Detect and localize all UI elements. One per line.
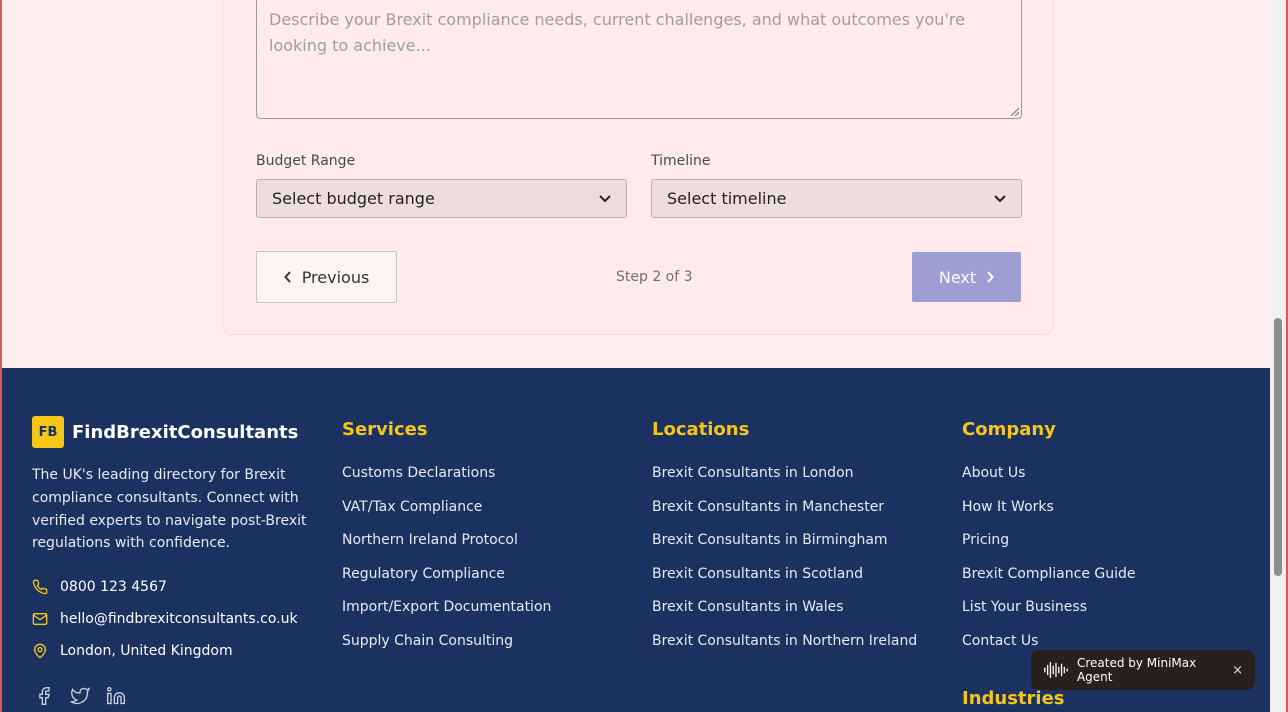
form-section: Describe your Brexit compliance needs, c… bbox=[2, 0, 1272, 368]
social-links bbox=[34, 686, 126, 706]
close-icon[interactable]: × bbox=[1232, 663, 1243, 678]
services-link[interactable]: Regulatory Compliance bbox=[342, 564, 551, 598]
logo-badge: FB bbox=[32, 416, 64, 448]
budget-range-select[interactable]: Select budget range bbox=[256, 179, 627, 218]
chevron-left-icon bbox=[283, 271, 291, 283]
phone-number: 0800 123 4567 bbox=[60, 579, 167, 595]
company-link[interactable]: Pricing bbox=[962, 530, 1136, 564]
minimax-toast[interactable]: Created by MiniMax Agent × bbox=[1031, 650, 1255, 690]
services-link[interactable]: Customs Declarations bbox=[342, 463, 551, 497]
previous-button[interactable]: Previous bbox=[256, 251, 397, 303]
project-description-textarea[interactable]: Describe your Brexit compliance needs, c… bbox=[256, 0, 1022, 119]
page-scrollbar[interactable] bbox=[1270, 0, 1286, 712]
contact-address: London, United Kingdom bbox=[32, 643, 233, 659]
location-link[interactable]: Brexit Consultants in Wales bbox=[652, 597, 917, 631]
services-list: Customs Declarations VAT/Tax Compliance … bbox=[342, 463, 551, 665]
previous-button-label: Previous bbox=[301, 267, 370, 287]
location-link[interactable]: Brexit Consultants in Birmingham bbox=[652, 530, 917, 564]
linkedin-icon[interactable] bbox=[106, 686, 126, 706]
mail-icon bbox=[32, 613, 48, 625]
company-link[interactable]: Brexit Compliance Guide bbox=[962, 564, 1136, 598]
twitter-icon[interactable] bbox=[70, 686, 90, 706]
location-link[interactable]: Brexit Consultants in Scotland bbox=[652, 564, 917, 598]
services-link[interactable]: Northern Ireland Protocol bbox=[342, 530, 551, 564]
location-link[interactable]: Brexit Consultants in Northern Ireland bbox=[652, 631, 917, 665]
phone-icon bbox=[32, 579, 48, 595]
timeline-label: Timeline bbox=[651, 153, 711, 169]
services-link[interactable]: VAT/Tax Compliance bbox=[342, 497, 551, 531]
chevron-right-icon bbox=[987, 271, 994, 283]
brand-name: FindBrexitConsultants bbox=[72, 421, 299, 443]
chevron-down-icon bbox=[599, 194, 611, 202]
budget-range-value: Select budget range bbox=[272, 189, 435, 208]
contact-phone[interactable]: 0800 123 4567 bbox=[32, 579, 167, 595]
textarea-placeholder: Describe your Brexit compliance needs, c… bbox=[269, 10, 965, 55]
company-link[interactable]: List Your Business bbox=[962, 597, 1136, 631]
company-link[interactable]: How It Works bbox=[962, 497, 1136, 531]
timeline-value: Select timeline bbox=[667, 189, 787, 208]
industries-heading: Industries bbox=[962, 688, 1065, 709]
services-heading: Services bbox=[342, 419, 428, 440]
timeline-select[interactable]: Select timeline bbox=[651, 179, 1022, 218]
budget-range-label: Budget Range bbox=[256, 153, 356, 169]
footer-logo[interactable]: FB FindBrexitConsultants bbox=[32, 416, 298, 448]
contact-email[interactable]: hello@findbrexitconsultants.co.uk bbox=[32, 611, 298, 627]
company-heading: Company bbox=[962, 419, 1056, 440]
location-link[interactable]: Brexit Consultants in Manchester bbox=[652, 497, 917, 531]
resize-handle-icon[interactable] bbox=[1011, 108, 1019, 116]
next-button-label: Next bbox=[938, 267, 977, 287]
next-button[interactable]: Next bbox=[912, 252, 1021, 302]
email-address: hello@findbrexitconsultants.co.uk bbox=[60, 611, 298, 627]
facebook-icon[interactable] bbox=[34, 686, 54, 706]
map-pin-icon bbox=[33, 643, 47, 659]
locations-heading: Locations bbox=[652, 419, 750, 440]
services-link[interactable]: Supply Chain Consulting bbox=[342, 631, 551, 665]
toast-text: Created by MiniMax Agent bbox=[1076, 656, 1197, 684]
chevron-down-icon bbox=[994, 194, 1006, 202]
scrollbar-thumb[interactable] bbox=[1274, 318, 1282, 576]
step-indicator: Step 2 of 3 bbox=[616, 269, 693, 285]
company-link[interactable]: About Us bbox=[962, 463, 1136, 497]
company-list: About Us How It Works Pricing Brexit Com… bbox=[962, 463, 1136, 665]
services-link[interactable]: Import/Export Documentation bbox=[342, 597, 551, 631]
footer-about-text: The UK's leading directory for Brexit co… bbox=[32, 467, 307, 552]
address-text: London, United Kingdom bbox=[60, 643, 233, 659]
location-link[interactable]: Brexit Consultants in London bbox=[652, 463, 917, 497]
locations-list: Brexit Consultants in London Brexit Cons… bbox=[652, 463, 917, 665]
waveform-icon bbox=[1044, 661, 1068, 679]
